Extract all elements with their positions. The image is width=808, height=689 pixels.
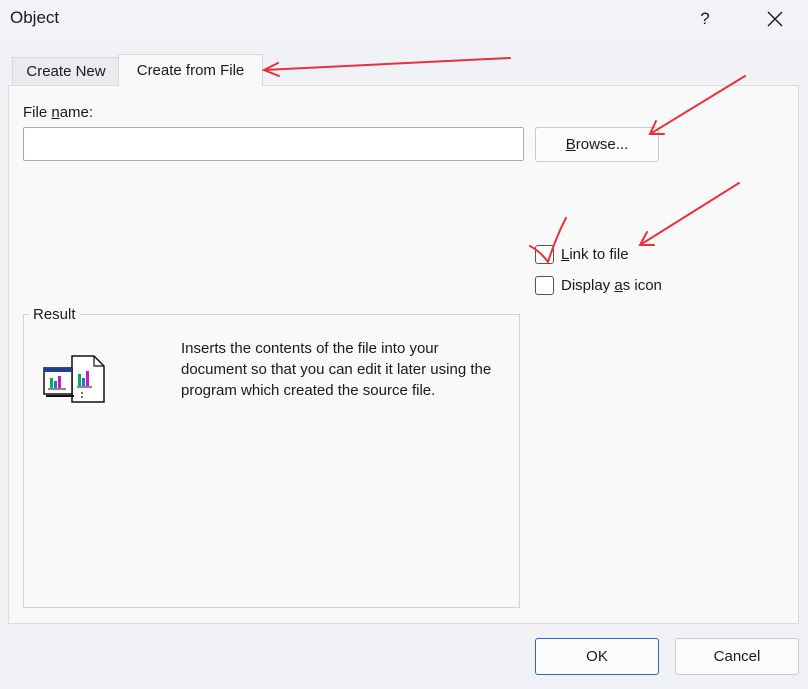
title-bar: Object ? [0, 0, 808, 40]
display-as-icon-checkbox[interactable] [535, 276, 554, 295]
result-description: Inserts the contents of the file into yo… [181, 340, 492, 399]
dialog-title: Object [10, 8, 60, 27]
cancel-button[interactable]: Cancel [675, 638, 799, 675]
link-to-file-checkbox[interactable] [535, 245, 554, 264]
help-button[interactable]: ? [690, 4, 720, 34]
embedded-file-icon [43, 355, 105, 403]
display-as-icon-label[interactable]: Display as icon [561, 277, 662, 294]
file-name-label: File name: [23, 104, 94, 121]
result-legend: Result [29, 306, 80, 323]
close-icon [767, 11, 783, 27]
tab-create-from-file[interactable]: Create from File [118, 54, 263, 86]
link-to-file-label[interactable]: Link to file [561, 246, 629, 263]
browse-button[interactable]: Browse... [535, 127, 659, 162]
tab-create-new[interactable]: Create New [12, 57, 120, 86]
close-button[interactable] [760, 4, 790, 34]
file-name-input[interactable] [23, 127, 524, 161]
object-dialog: Object ? Create New Create from File Fil… [0, 0, 808, 689]
ok-button[interactable]: OK [535, 638, 659, 675]
